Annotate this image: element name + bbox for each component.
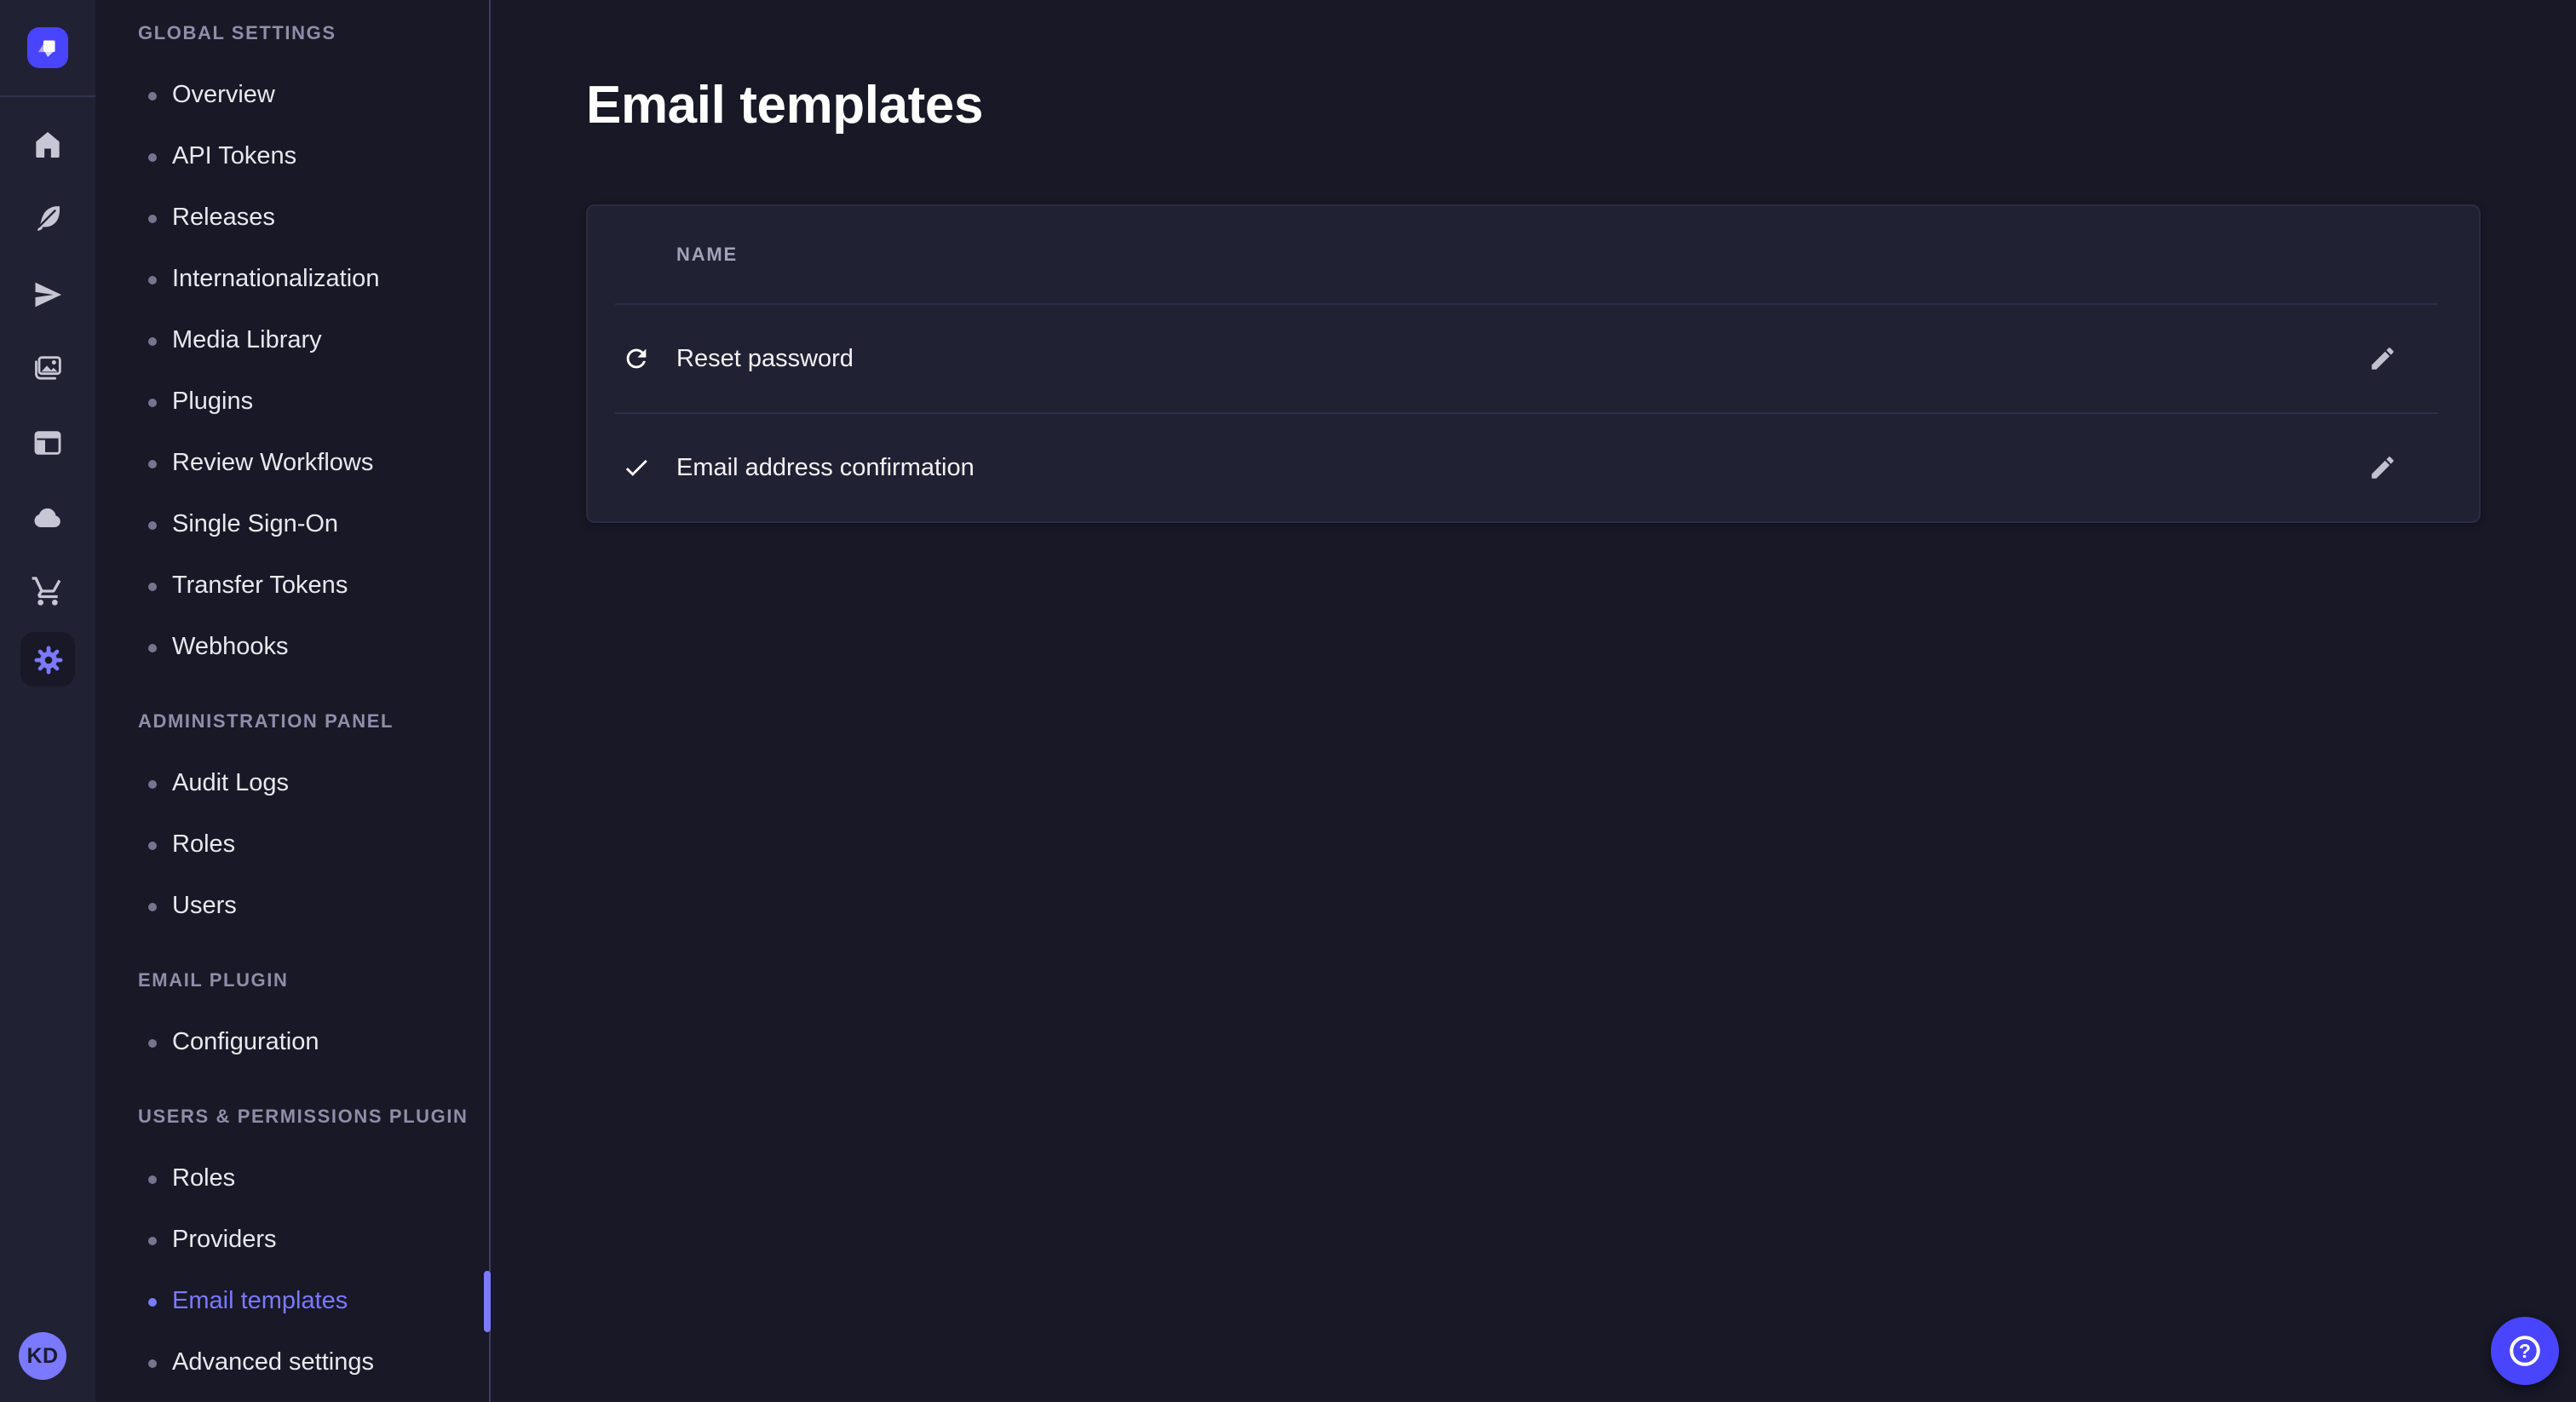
settings-gear-icon [32,643,64,675]
bullet-icon [148,214,157,222]
bullet-icon [148,779,157,788]
user-avatar[interactable]: KD [19,1332,66,1380]
nav-settings-button[interactable] [20,632,75,687]
bullet-icon [148,1236,157,1244]
sidebar-heading: GLOBAL SETTINGS [95,3,489,65]
sidebar-item-up-roles[interactable]: Roles [95,1148,489,1210]
nav-media-library-button[interactable] [20,341,75,395]
bullet-icon [148,152,157,161]
sidebar-item-admin-users[interactable]: Users [95,876,489,937]
strapi-logo-button[interactable] [27,27,68,68]
svg-text:?: ? [2519,1340,2531,1362]
sidebar-heading: USERS & PERMISSIONS PLUGIN [95,1087,489,1148]
avatar-initials: KD [27,1344,59,1368]
nav-content-manager-button[interactable] [20,191,75,245]
sidebar-item-advanced-settings[interactable]: Advanced settings [95,1332,489,1393]
bullet-icon [148,1359,157,1367]
edit-reset-password-button[interactable] [2353,330,2411,388]
page-title: Email templates [586,75,983,136]
rail-divider [0,95,95,97]
bullet-icon [148,520,157,529]
bullet-icon [148,336,157,345]
edit-pencil-icon [2367,453,2396,482]
sidebar-item-audit-logs[interactable]: Audit Logs [95,753,489,814]
table-header-row: NAME [588,206,2479,303]
layout-icon [31,426,65,460]
template-name: Reset password [676,345,854,372]
bullet-icon [148,398,157,406]
help-button[interactable]: ? [2491,1317,2559,1385]
sidebar-item-providers[interactable]: Providers [95,1210,489,1271]
bullet-icon [148,459,157,468]
sidebar-heading: ADMINISTRATION PANEL [95,692,489,753]
strapi-admin-screen: KD GLOBAL SETTINGS Overview API Tokens R… [0,0,2576,1402]
table-row-reset-password[interactable]: Reset password [588,305,2479,412]
bullet-icon [148,902,157,911]
sidebar-item-api-tokens[interactable]: API Tokens [95,126,489,187]
bullet-icon [148,1038,157,1047]
sidebar-item-admin-roles[interactable]: Roles [95,814,489,876]
bullet-icon [148,91,157,100]
paper-plane-icon [31,278,65,312]
table-row-email-address-confirmation[interactable]: Email address confirmation [588,414,2479,521]
sidebar-item-single-sign-on[interactable]: Single Sign-On [95,494,489,555]
settings-sidebar: GLOBAL SETTINGS Overview API Tokens Rele… [95,0,491,1402]
sidebar-item-releases[interactable]: Releases [95,187,489,249]
sidebar-item-plugins[interactable]: Plugins [95,371,489,433]
name-column-header: NAME [676,244,738,265]
question-mark-icon: ? [2506,1332,2544,1370]
sidebar-item-overview[interactable]: Overview [95,65,489,126]
nav-cloud-button[interactable] [20,491,75,545]
strapi-logo-icon [34,34,61,61]
sidebar-item-media-library[interactable]: Media Library [95,310,489,371]
refresh-icon [615,344,676,373]
sidebar-heading: EMAIL PLUGIN [95,951,489,1012]
nav-deploy-button[interactable] [20,267,75,322]
edit-pencil-icon [2367,344,2396,373]
nav-home-button[interactable] [20,118,75,172]
bullet-icon [148,1175,157,1183]
email-templates-table: NAME Reset password Email add [586,204,2481,523]
icon-rail: KD [0,0,97,1402]
template-name: Email address confirmation [676,454,975,481]
nav-content-type-builder-button[interactable] [20,416,75,470]
bullet-icon [148,275,157,284]
bullet-icon [148,1297,157,1306]
main-content: Email templates NAME Reset password [491,0,2576,1402]
edit-email-confirmation-button[interactable] [2353,439,2411,497]
sidebar-item-email-templates[interactable]: Email templates [95,1271,489,1332]
feather-icon [31,201,65,235]
media-library-icon [31,351,65,385]
bullet-icon [148,841,157,849]
home-icon [31,128,65,162]
sidebar-section-email-plugin: EMAIL PLUGIN Configuration [95,951,489,1073]
sidebar-item-webhooks[interactable]: Webhooks [95,617,489,678]
cloud-icon [31,501,65,535]
sidebar-item-review-workflows[interactable]: Review Workflows [95,433,489,494]
cart-icon [31,574,65,608]
bullet-icon [148,582,157,590]
sidebar-item-internationalization[interactable]: Internationalization [95,249,489,310]
sidebar-section-global-settings: GLOBAL SETTINGS Overview API Tokens Rele… [95,3,489,678]
active-item-indicator [484,1271,491,1332]
sidebar-section-users-permissions-plugin: USERS & PERMISSIONS PLUGIN Roles Provide… [95,1087,489,1393]
sidebar-item-transfer-tokens[interactable]: Transfer Tokens [95,555,489,617]
sidebar-item-email-configuration[interactable]: Configuration [95,1012,489,1073]
sidebar-section-administration-panel: ADMINISTRATION PANEL Audit Logs Roles Us… [95,692,489,937]
check-icon [615,453,676,482]
bullet-icon [148,643,157,652]
nav-marketplace-button[interactable] [20,564,75,618]
